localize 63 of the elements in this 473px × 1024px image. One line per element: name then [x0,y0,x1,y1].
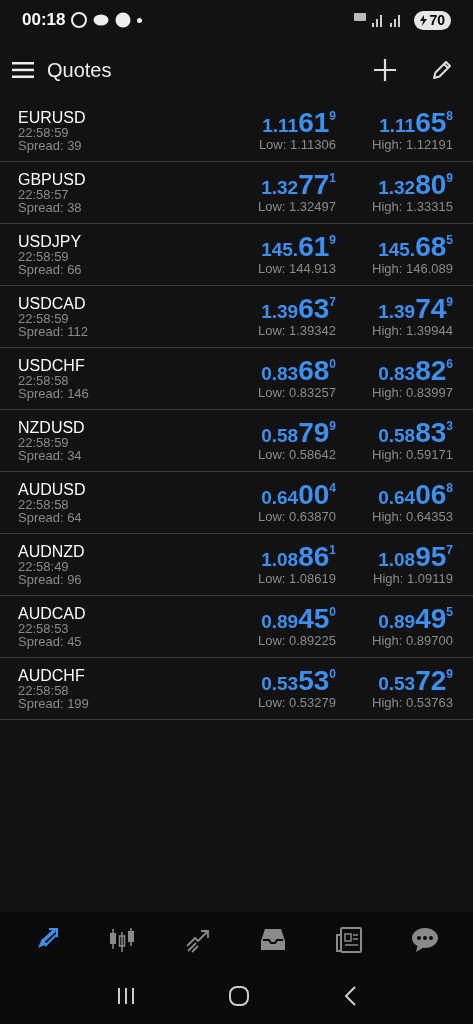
range-label: Low: 0.63870 [257,508,336,525]
charging-icon [420,14,428,26]
quote-time: 22:58:59 [18,311,70,325]
spread: Spread: 34 [18,448,83,463]
range-label: High: 1.09119 [373,570,453,587]
range-label: High: 1.12191 [372,136,453,153]
symbol: AUDCHF [18,666,86,684]
range-label: High: 0.83997 [372,384,453,401]
symbol: USDCAD [18,294,87,312]
quote-time: 22:58:58 [18,683,70,697]
spread: Spread: 199 [18,696,90,711]
quote-time: 22:58:57 [18,187,70,201]
back-icon[interactable] [343,986,356,1006]
range-label: High: 146.089 [372,260,453,277]
spread: Spread: 112 [18,324,89,339]
range-label: High: 0.64353 [372,508,453,525]
range-label: Low: 1.39342 [257,322,336,339]
symbol: EURUSD [18,108,87,126]
symbol: AUDCAD [18,604,87,622]
quote-time: 22:58:59 [18,435,70,449]
home-icon[interactable] [229,986,250,1006]
symbol: AUDNZD [18,542,86,560]
quote-time: 22:58:59 [18,125,70,139]
chat-bubble-icon[interactable] [411,926,440,954]
symbol: GBPUSD [18,170,87,188]
spread: Spread: 146 [18,386,90,401]
range-label: Low: 1.11306 [258,136,336,153]
range-label: Low: 144.913 [257,260,336,277]
symbol: USDCHF [18,356,86,374]
quote-time: 22:58:58 [18,497,70,511]
quote-time: 22:58:49 [18,559,70,573]
range-label: Low: 1.08619 [257,570,336,587]
status-time: 00:18 [22,9,66,32]
spread: Spread: 66 [18,262,83,277]
add-icon[interactable] [373,58,397,82]
range-label: High: 0.59171 [372,446,453,463]
menu-icon[interactable] [12,62,34,78]
spread: Spread: 39 [18,138,83,153]
spread: Spread: 96 [18,572,83,587]
quote-time: 22:58:59 [18,249,70,263]
screen-title: Quotes [47,58,112,83]
quote-time: 22:58:58 [18,373,70,387]
dot-icon [137,17,143,23]
range-label: Low: 0.58642 [257,446,336,463]
symbol: AUDUSD [18,480,87,498]
spread: Spread: 45 [18,634,83,649]
recent-apps-icon[interactable] [117,988,136,1004]
range-label: Low: 0.83257 [257,384,336,401]
range-label: Low: 1.32497 [257,198,336,215]
range-label: Low: 0.53279 [257,694,336,711]
newspaper-icon[interactable] [335,926,364,954]
battery-indicator: 70 [414,10,451,30]
spread: Spread: 64 [18,510,83,525]
spread: Spread: 38 [18,200,83,215]
symbol: NZDUSD [18,418,86,436]
quote-time: 22:58:53 [18,621,70,635]
range-label: Low: 0.89225 [257,632,336,649]
range-label: High: 1.39944 [372,322,453,339]
pencil-icon[interactable] [431,59,453,81]
range-label: High: 0.89700 [372,632,453,649]
symbol: USDJPY [18,232,83,250]
range-label: High: 0.53763 [372,694,453,711]
range-label: High: 1.33315 [372,198,453,215]
